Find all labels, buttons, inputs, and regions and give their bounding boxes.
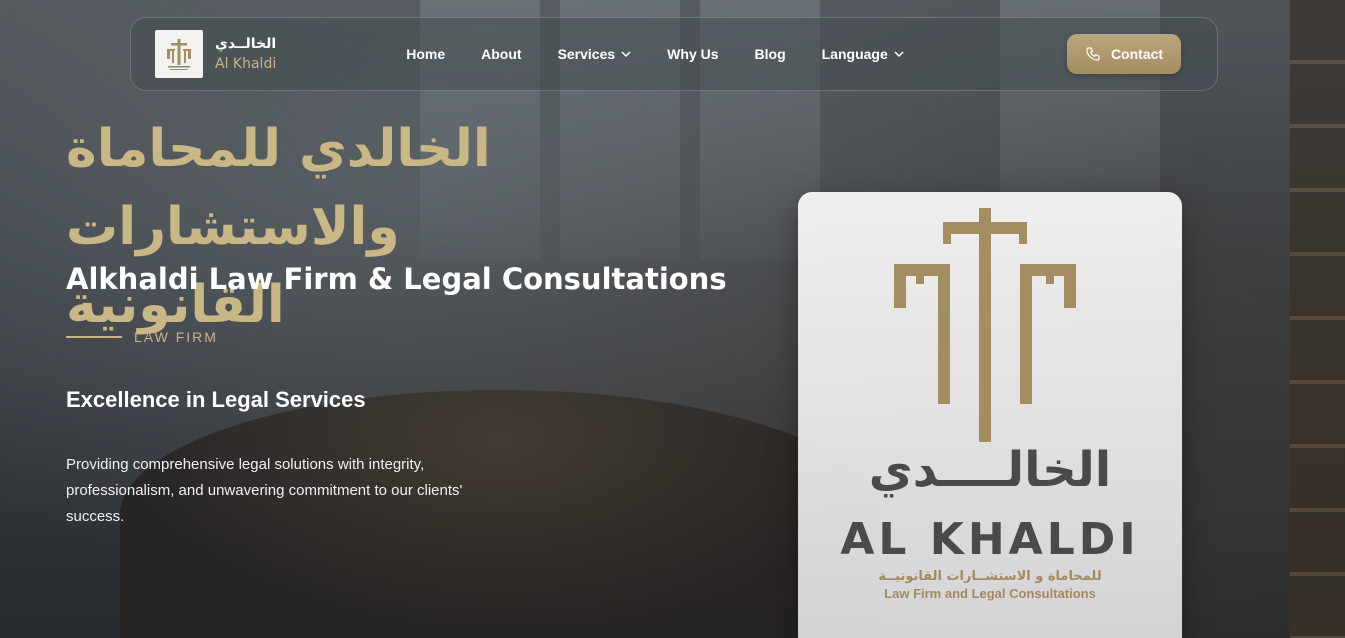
contact-button-label: Contact — [1110, 46, 1164, 62]
nav-services[interactable]: Services — [558, 46, 632, 62]
nav-services-label: Services — [557, 46, 616, 62]
brand-name-arabic: الخالــدي — [215, 36, 277, 52]
eyebrow: LAW FIRM — [66, 329, 218, 345]
card-subtitle-english: Law Firm and Legal Consultations — [884, 586, 1096, 601]
nav-why-us[interactable]: Why Us — [667, 46, 718, 62]
brand-logo-mark — [167, 39, 191, 70]
phone-icon — [1086, 47, 1100, 61]
eyebrow-text: LAW FIRM — [134, 329, 218, 345]
eyebrow-line — [66, 336, 122, 338]
nav-blog[interactable]: Blog — [755, 46, 786, 62]
card-name-english: AL KHALDI — [840, 514, 1140, 565]
chevron-down-icon — [621, 51, 631, 57]
card-subtitle-arabic: للمحاماة و الاستشــارات القانونيــة — [878, 569, 1102, 584]
justice-emblem — [894, 208, 1076, 442]
brand-name-english: Al Khaldi — [215, 56, 277, 72]
nav-about[interactable]: About — [481, 46, 521, 62]
nav-home[interactable]: Home — [406, 46, 445, 62]
chevron-down-icon — [894, 51, 904, 57]
brand-logo — [155, 30, 203, 78]
brand[interactable]: الخالــدي Al Khaldi — [155, 30, 276, 78]
logo-card: الخالــــدي AL KHALDI للمحاماة و الاستشـ… — [798, 192, 1182, 638]
navbar: الخالــدي Al Khaldi Home About Services … — [130, 17, 1218, 91]
nav-home-label: Home — [406, 46, 446, 62]
hero-title-arabic-line1: الخالدي للمحاماة — [66, 119, 491, 179]
nav-language[interactable]: Language — [822, 46, 904, 62]
hero-description: Providing comprehensive legal solutions … — [66, 456, 463, 525]
hero-title-english: Alkhaldi Law Firm & Legal Consultations — [66, 262, 727, 296]
hero-sub-heading: Excellence in Legal Services — [66, 387, 366, 412]
nav-why-us-label: Why Us — [667, 46, 719, 62]
contact-button[interactable]: Contact — [1067, 34, 1181, 74]
hero-title-arabic: الخالدي للمحاماة والاستشارات القانونية — [66, 110, 626, 344]
nav-about-label: About — [481, 46, 522, 62]
nav-blog-label: Blog — [754, 46, 786, 62]
nav-language-label: Language — [821, 46, 888, 62]
card-name-arabic: الخالــــدي — [868, 442, 1112, 498]
nav-links: Home About Services Why Us Blog Language — [406, 46, 940, 62]
